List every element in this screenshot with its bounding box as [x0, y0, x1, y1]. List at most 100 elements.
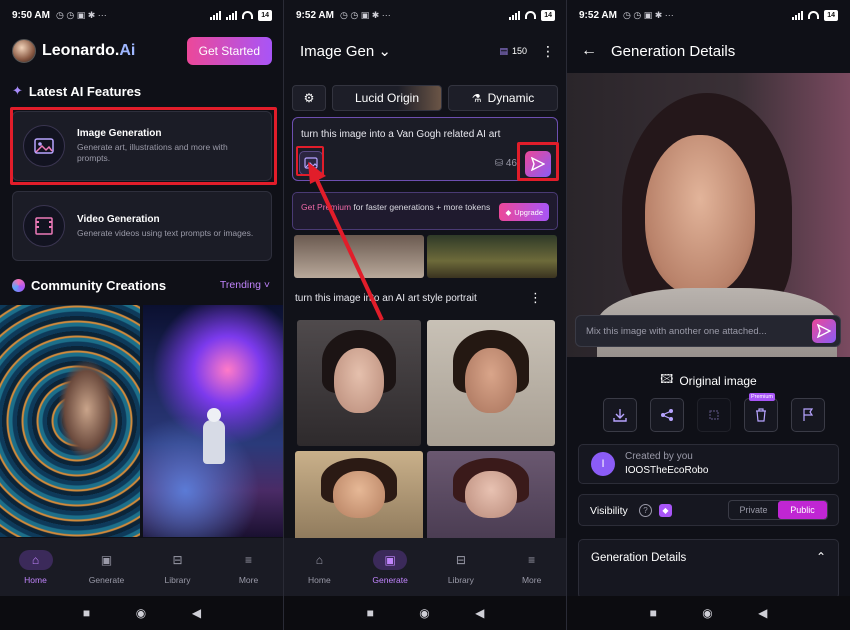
nav-label: Home	[24, 574, 47, 585]
generation-details-section[interactable]: Generation Details ⌃	[578, 539, 839, 599]
model-label: Lucid Origin	[354, 91, 420, 105]
generate-send-button[interactable]	[525, 151, 551, 177]
result-image-3[interactable]	[295, 451, 423, 541]
nav-label: Generate	[88, 574, 125, 585]
upgrade-button[interactable]: ◆ Upgrade	[499, 203, 549, 221]
prompt-text[interactable]: turn this image into a Van Gogh related …	[301, 129, 500, 140]
gear-icon: ⚙	[303, 91, 315, 105]
image-count[interactable]: ⛁ 46	[495, 158, 517, 169]
result-image-2[interactable]	[427, 320, 555, 446]
system-navigation-bar: ■ ◉ ◀	[284, 596, 567, 630]
result-image-1[interactable]	[297, 320, 421, 446]
community-title: Community Creations	[31, 278, 167, 293]
palette-icon	[12, 279, 25, 292]
original-image-link[interactable]: 🖾 Original image	[567, 370, 850, 391]
style-selector[interactable]: ⚗ Dynamic	[448, 85, 558, 111]
flag-icon	[803, 408, 814, 421]
public-option[interactable]: Public	[778, 501, 827, 519]
result-image-4[interactable]	[427, 451, 555, 541]
image-generation-card[interactable]: Image Generation Generate art, illustrat…	[12, 111, 272, 181]
status-bar: 9:50 AM ◷ ◷ ▣ ✱ ··· 14	[0, 0, 284, 30]
model-selector[interactable]: Lucid Origin	[332, 85, 442, 111]
community-image-swirl-portrait[interactable]	[0, 305, 140, 537]
nav-library[interactable]: ⊟ Library	[142, 538, 213, 596]
get-started-button[interactable]: Get Started	[186, 37, 272, 65]
brand-name: Leonardo.Ai	[42, 42, 135, 60]
notification-icons: ◷ ◷ ▣ ✱ ···	[339, 9, 391, 20]
menu-icon: ≡	[528, 552, 536, 567]
menu-icon: ≡	[244, 552, 252, 567]
trending-dropdown[interactable]: Trending ˅	[220, 279, 270, 291]
nav-home[interactable]: ⌂ Home	[284, 538, 355, 596]
original-label: Original image	[679, 373, 757, 388]
crop-button[interactable]	[697, 398, 731, 432]
nav-generate[interactable]: ▣ Generate	[71, 538, 142, 596]
send-icon	[817, 324, 831, 338]
annotation-arrow	[308, 162, 384, 321]
chevron-down-icon: ⌄	[378, 43, 391, 60]
battery-icon: 14	[541, 9, 555, 21]
home-circle-icon[interactable]: ◉	[419, 606, 429, 620]
feature-title: Video Generation	[77, 213, 160, 225]
more-vertical-icon[interactable]: ⋮	[529, 290, 542, 306]
home-circle-icon[interactable]: ◉	[136, 606, 146, 620]
image-gen-screen: 9:52 AM ◷ ◷ ▣ ✱ ··· 14 Image Gen ⌄ ▤ 150 …	[284, 0, 567, 630]
back-triangle-icon[interactable]: ◀	[758, 606, 767, 620]
upgrade-label: Upgrade	[514, 207, 543, 217]
premium-tag: Premium	[749, 393, 776, 401]
back-triangle-icon[interactable]: ◀	[475, 606, 484, 620]
signal-icon-2	[226, 10, 238, 20]
delete-button[interactable]: Premium	[744, 393, 778, 432]
download-button[interactable]	[603, 398, 637, 432]
report-button[interactable]	[791, 398, 825, 432]
video-generation-card[interactable]: Video Generation Generate videos using t…	[12, 191, 272, 261]
nav-more[interactable]: ≡ More	[213, 538, 284, 596]
notification-icons: ◷ ◷ ▣ ✱ ···	[55, 9, 107, 20]
help-icon[interactable]: ?	[639, 504, 652, 517]
avatar: I	[591, 452, 615, 476]
back-triangle-icon[interactable]: ◀	[192, 606, 201, 620]
action-buttons: Premium	[603, 393, 825, 432]
astronaut-figure	[203, 408, 225, 464]
system-navigation-bar: ■ ◉ ◀	[0, 596, 284, 630]
visibility-toggle[interactable]: Private Public	[728, 500, 828, 520]
mode-selector[interactable]: Image Gen ⌄	[300, 42, 391, 60]
image-icon: 🖾	[660, 372, 674, 386]
previous-result-thumb[interactable]	[427, 235, 557, 278]
private-option[interactable]: Private	[729, 501, 778, 519]
status-time: 9:52 AM	[296, 9, 334, 21]
nav-label: Library	[447, 574, 474, 585]
recents-icon[interactable]: ■	[367, 606, 374, 620]
share-button[interactable]	[650, 398, 684, 432]
mode-title: Image Gen	[300, 43, 375, 60]
recents-icon[interactable]: ■	[650, 606, 657, 620]
nav-label: Library	[164, 574, 191, 585]
status-bar: 9:52 AM ◷ ◷ ▣ ✱ ··· 14	[567, 0, 850, 30]
mix-image-input[interactable]: Mix this image with another one attached…	[575, 315, 841, 347]
mix-send-button[interactable]	[812, 319, 836, 343]
back-arrow-icon[interactable]: ←	[581, 42, 597, 60]
nav-label: More	[238, 574, 259, 585]
signal-icon	[792, 10, 804, 20]
settings-button[interactable]: ⚙	[292, 85, 326, 111]
stack-icon: ⛁	[494, 158, 504, 169]
home-circle-icon[interactable]: ◉	[702, 606, 712, 620]
recents-icon[interactable]: ■	[83, 606, 90, 620]
home-icon: ⌂	[18, 549, 53, 570]
more-vertical-icon[interactable]: ⋮	[541, 43, 555, 60]
home-icon: ⌂	[315, 552, 323, 567]
nav-home[interactable]: ⌂ Home	[0, 538, 71, 596]
nav-label: Home	[308, 574, 331, 585]
feature-description: Generate videos using text prompts or im…	[77, 227, 254, 238]
diamond-icon: ◆	[505, 207, 512, 217]
crop-icon	[709, 410, 719, 420]
feature-title: Image Generation	[77, 128, 162, 140]
nav-generate[interactable]: ▣ Generate	[355, 538, 426, 596]
chevron-up-icon[interactable]: ⌃	[816, 550, 826, 564]
battery-icon: 14	[824, 9, 838, 21]
nav-more[interactable]: ≡ More	[496, 538, 567, 596]
creator-card: I Created by you IOOSTheEcoRobo	[578, 444, 839, 484]
token-credits: ▤ 150	[499, 46, 527, 57]
library-icon: ⊟	[455, 552, 466, 567]
nav-library[interactable]: ⊟ Library	[426, 538, 497, 596]
